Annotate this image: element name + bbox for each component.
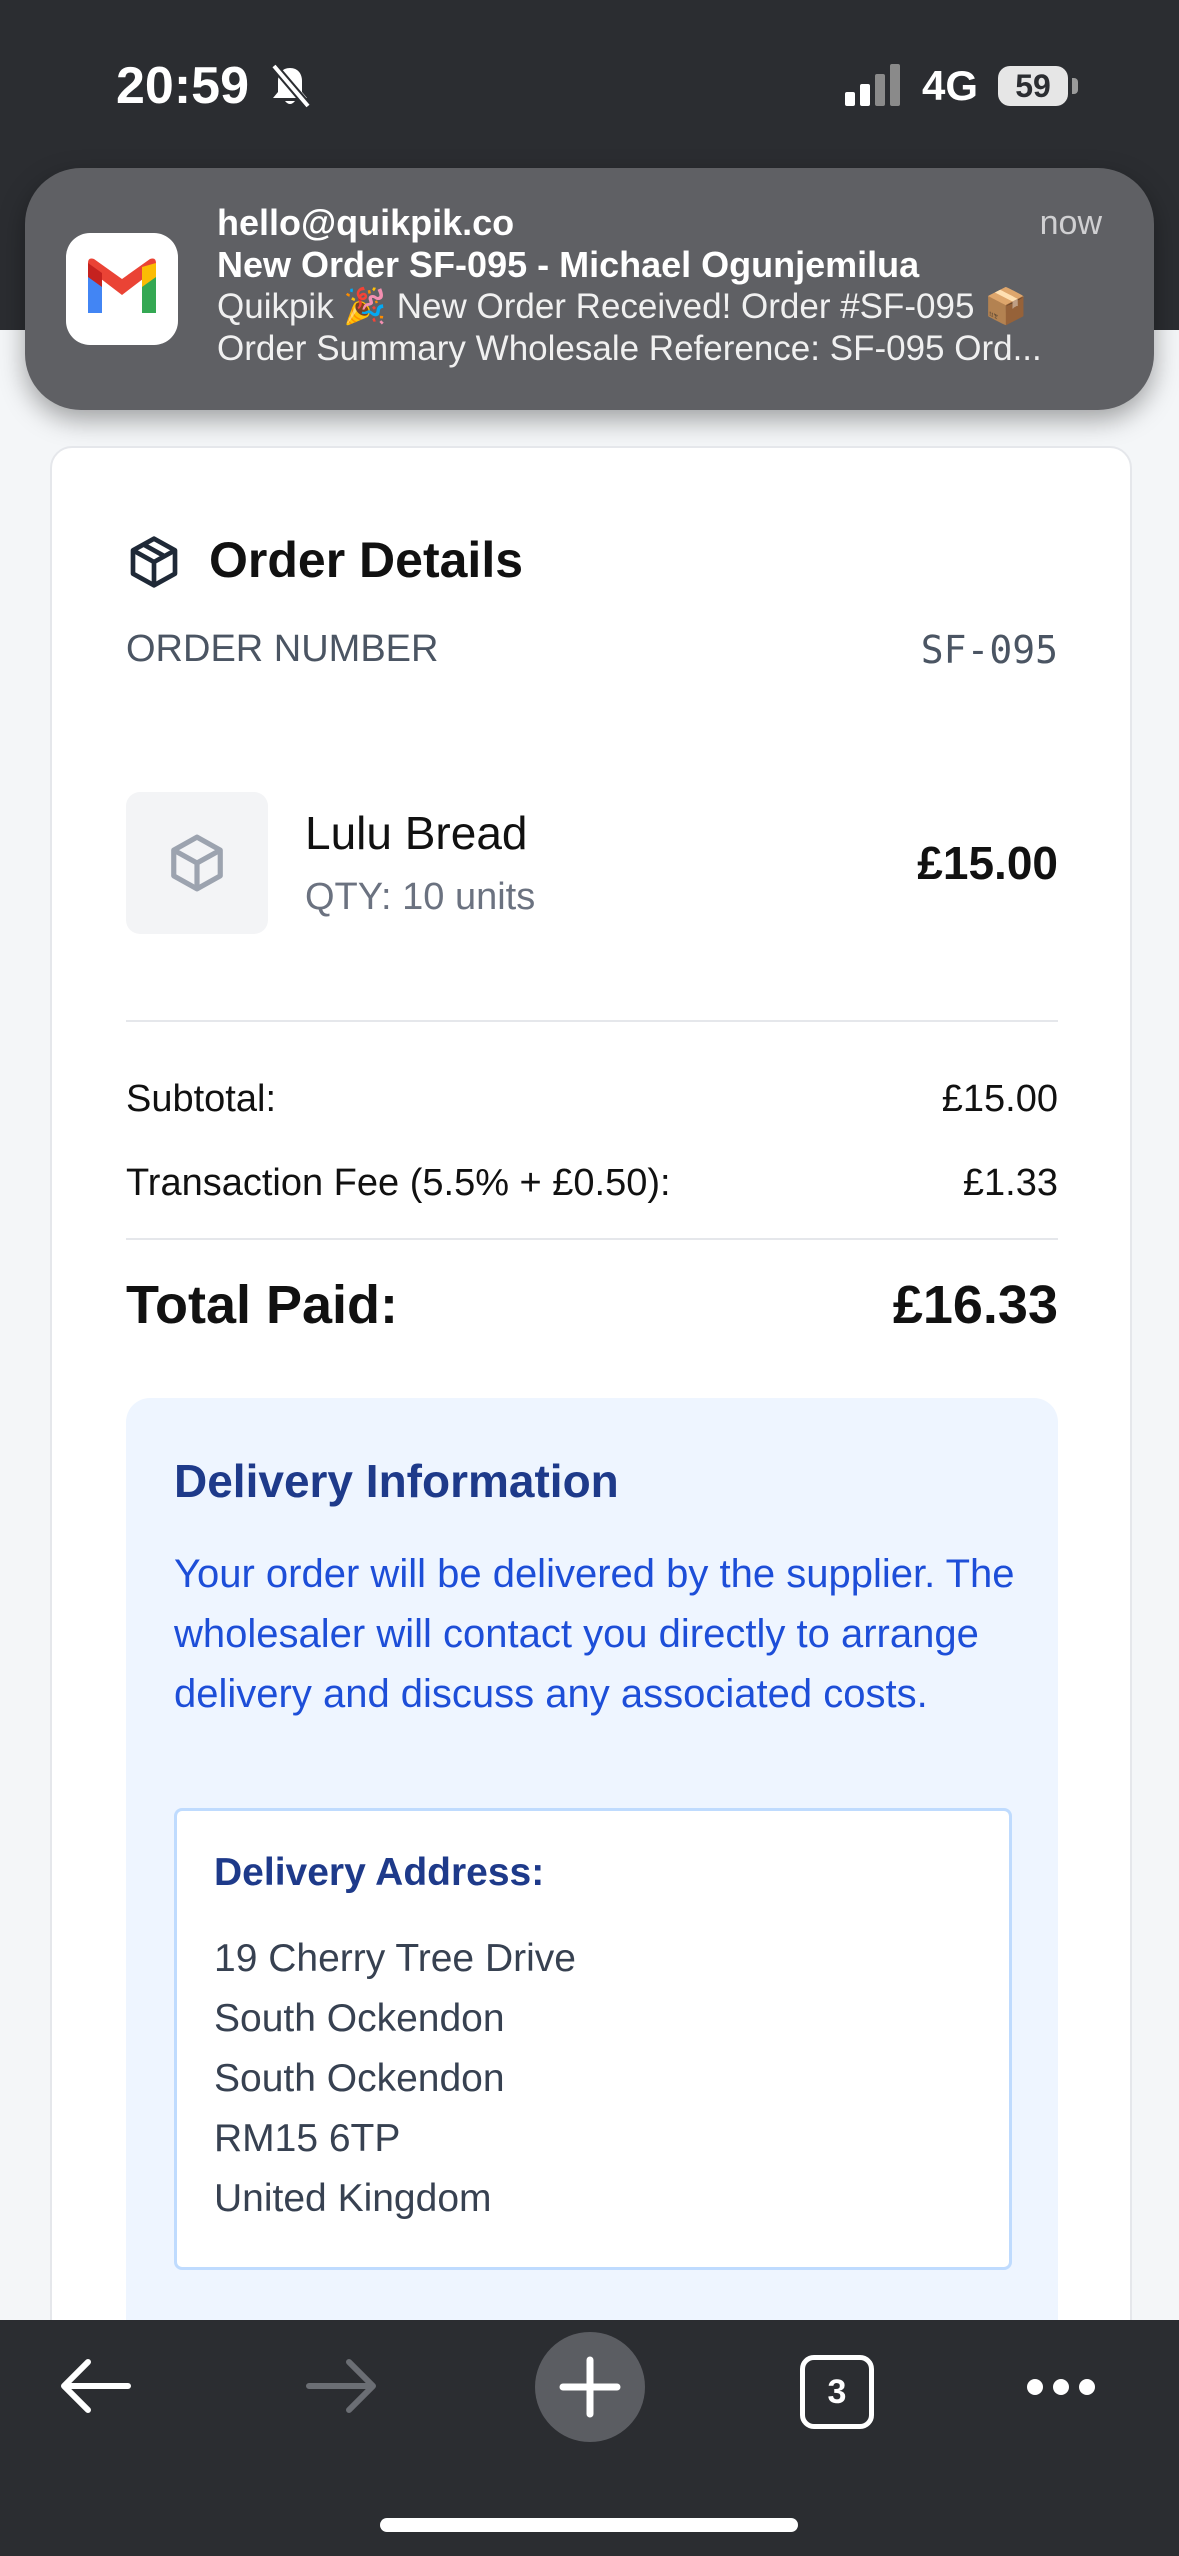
delivery-address-title: Delivery Address: [214,1851,545,1894]
network-type: 4G [922,62,979,109]
notification-sender: hello@quikpik.co [217,202,515,243]
subtotal-label: Subtotal: [126,1078,276,1120]
delivery-address: 19 Cherry Tree Drive South Ockendon Sout… [214,1929,576,2229]
address-line: 19 Cherry Tree Drive [214,1937,576,1980]
item-quantity: QTY: 10 units [305,876,536,918]
fee-value: £1.33 [962,1162,1058,1204]
address-line: RM15 6TP [214,2117,401,2160]
notification-body-line2: Order Summary Wholesale Reference: SF-09… [217,329,1042,368]
product-thumbnail [126,792,268,934]
status-time: 20:59 [116,57,249,115]
divider [126,1238,1058,1240]
order-number: SF-095 [920,628,1058,672]
total-value: £16.33 [892,1275,1058,1335]
delivery-info-panel: Delivery Information Your order will be … [126,1398,1058,2398]
forward-arrow-icon[interactable] [305,2356,379,2416]
more-icon[interactable] [1025,2376,1097,2398]
delivery-text: Your order will be delivered by the supp… [174,1552,1015,1716]
order-number-label: ORDER NUMBER [126,628,439,670]
notification-subject: New Order SF-095 - Michael Ogunjemilua [217,244,920,285]
order-details-title: Order Details [209,532,524,588]
order-card: Order Details ORDER NUMBER SF-095 Lulu B… [50,446,1132,2450]
plus-icon[interactable] [535,2332,645,2442]
total-label: Total Paid: [126,1275,399,1335]
subtotal-value: £15.00 [941,1078,1058,1120]
notification-time: now [1039,204,1102,242]
address-line: South Ockendon [214,1997,505,2040]
home-indicator[interactable] [380,2518,798,2532]
email-notification[interactable]: hello@quikpik.co New Order SF-095 - Mich… [25,168,1154,410]
notification-body-line1: Quikpik 🎉 New Order Received! Order #SF-… [217,287,1028,326]
item-name: Lulu Bread [305,807,528,859]
tabs-icon[interactable]: 3 [800,2355,874,2429]
package-icon [171,834,223,892]
delivery-address-box: Delivery Address: 19 Cherry Tree Drive S… [174,1808,1012,2270]
package-icon [130,536,178,588]
divider [126,1020,1058,1022]
bell-slash-icon [270,63,312,109]
address-line: United Kingdom [214,2177,492,2220]
gmail-icon [66,233,178,345]
signal-icon [845,64,900,106]
battery-tip [1072,78,1078,94]
delivery-title: Delivery Information [174,1455,619,1507]
fee-label: Transaction Fee (5.5% + £0.50): [126,1162,671,1204]
address-line: South Ockendon [214,2057,505,2100]
back-arrow-icon[interactable] [58,2356,132,2416]
battery-level: 59 [998,66,1068,106]
item-price: £15.00 [917,837,1058,889]
